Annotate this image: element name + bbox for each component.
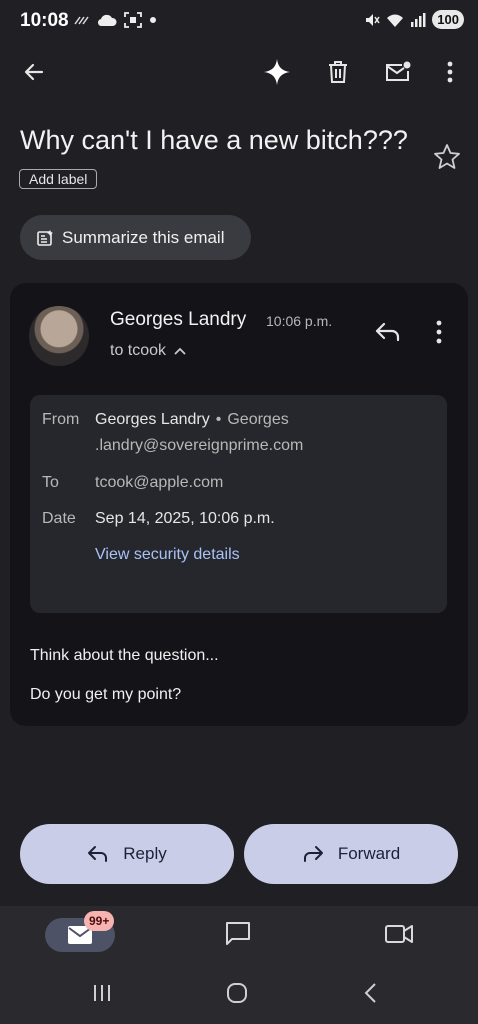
avatar[interactable] xyxy=(29,306,89,366)
screenshot-icon xyxy=(124,12,142,28)
signal-icon xyxy=(411,12,426,27)
to-label: To xyxy=(42,474,59,491)
nav-chat-tab[interactable] xyxy=(224,920,252,953)
forward-button[interactable]: Forward xyxy=(244,824,458,884)
recent-apps-icon xyxy=(94,985,110,1001)
date-label: Date xyxy=(42,510,76,527)
delete-button[interactable] xyxy=(320,54,356,90)
from-email-part2: .landry@sovereignprime.com xyxy=(95,437,304,454)
from-separator: • xyxy=(215,411,222,428)
recipient-toggle[interactable]: to tcook xyxy=(110,342,186,360)
chevron-left-icon xyxy=(364,983,376,1003)
more-vert-icon xyxy=(436,320,442,344)
back-button[interactable] xyxy=(16,54,52,90)
status-bar: 10:08 100 xyxy=(0,0,478,44)
status-right-icons: 100 xyxy=(364,10,464,29)
reply-quick-button[interactable] xyxy=(372,318,402,351)
chevron-up-icon xyxy=(174,347,186,355)
email-body-line-1: Think about the question... xyxy=(30,647,219,664)
email-time: 10:06 p.m. xyxy=(266,313,333,329)
mute-icon xyxy=(366,13,380,26)
wifi-icon xyxy=(387,14,404,27)
view-security-details-link[interactable]: View security details xyxy=(95,546,240,564)
summarize-label: Summarize this email xyxy=(62,227,225,247)
mark-unread-icon xyxy=(386,61,411,81)
status-left-icons xyxy=(74,12,157,28)
more-vert-icon xyxy=(447,61,453,83)
home-button[interactable] xyxy=(225,981,249,1010)
star-icon xyxy=(434,144,460,169)
meet-video-icon xyxy=(385,925,413,943)
email-subject: Why can't I have a new bitch??? xyxy=(20,125,408,155)
reply-label: Reply xyxy=(123,844,167,863)
date-value: Sep 14, 2025, 10:06 p.m. xyxy=(95,510,275,527)
star-button[interactable] xyxy=(432,142,462,177)
reply-button[interactable]: Reply xyxy=(20,824,234,884)
network-speed-icon xyxy=(74,16,89,25)
recent-apps-button[interactable] xyxy=(92,983,112,1008)
message-more-button[interactable] xyxy=(428,318,450,351)
forward-label: Forward xyxy=(337,844,401,863)
delete-icon xyxy=(329,61,347,83)
reply-icon xyxy=(375,322,400,342)
back-arrow-icon xyxy=(24,63,44,81)
gemini-button[interactable] xyxy=(259,54,295,90)
to-value: tcook@apple.com xyxy=(95,474,224,491)
status-time: 10:08 xyxy=(20,10,69,31)
forward-icon xyxy=(303,846,323,862)
mark-unread-button[interactable] xyxy=(380,54,416,90)
add-label-button[interactable]: Add label xyxy=(19,169,98,189)
sender-name: Georges Landry xyxy=(110,309,247,330)
recipient-summary: to tcook xyxy=(110,342,167,359)
notification-dot-icon xyxy=(150,17,156,23)
from-label: From xyxy=(42,411,80,428)
summarize-button[interactable]: Summarize this email xyxy=(20,215,251,260)
from-name: Georges Landry xyxy=(95,411,210,428)
email-body-line-2: Do you get my point? xyxy=(30,686,182,703)
reply-icon xyxy=(88,846,108,862)
gemini-sparkle-icon xyxy=(264,59,290,85)
more-options-button[interactable] xyxy=(432,54,468,90)
home-icon xyxy=(227,983,247,1003)
nav-meet-tab[interactable] xyxy=(384,921,414,952)
mail-unread-badge: 99+ xyxy=(84,911,115,931)
summarize-icon xyxy=(37,229,53,246)
cloud-icon xyxy=(97,14,117,27)
chat-icon xyxy=(226,922,250,945)
from-line: Georges Landry • Georges xyxy=(95,411,289,429)
from-email-part1: Georges xyxy=(227,411,289,428)
battery-indicator: 100 xyxy=(432,10,464,29)
system-back-button[interactable] xyxy=(362,981,378,1010)
